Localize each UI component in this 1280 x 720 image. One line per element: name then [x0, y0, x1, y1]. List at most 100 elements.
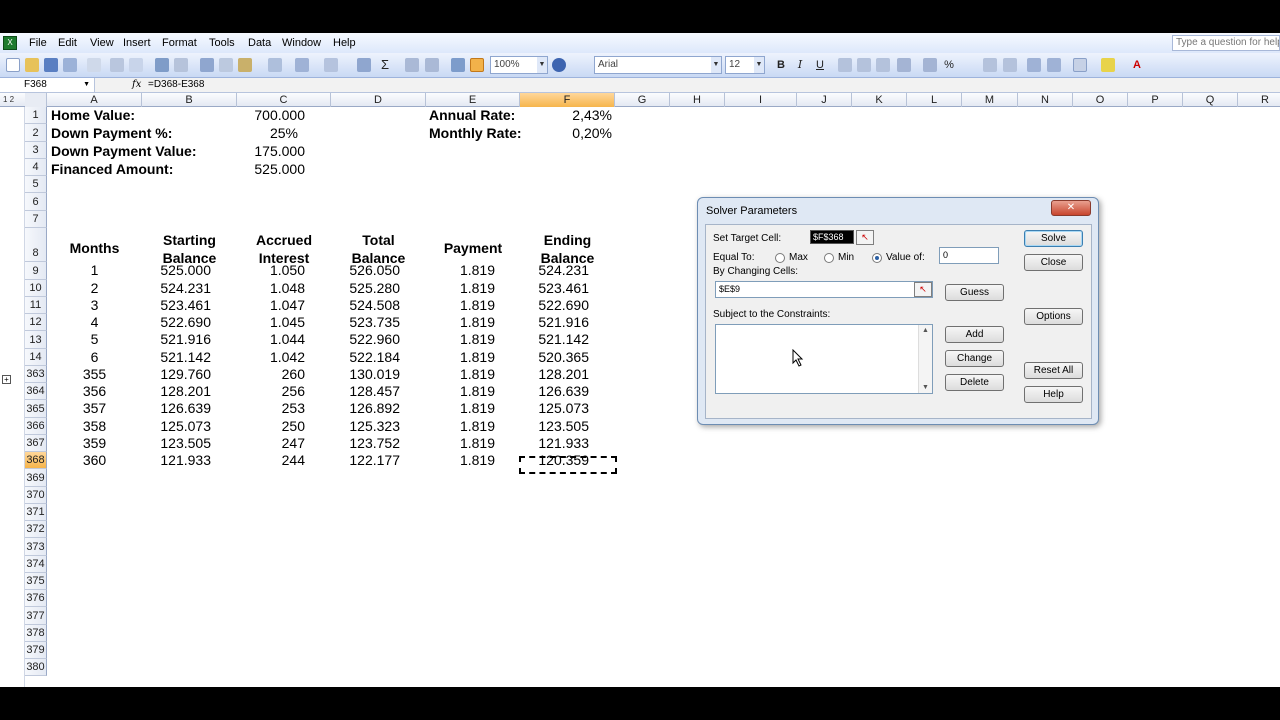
- hyperlink-icon[interactable]: [357, 58, 371, 72]
- col-header-g[interactable]: G: [615, 93, 670, 107]
- accrued-interest-cell[interactable]: 260: [237, 366, 305, 383]
- ending-balance-cell[interactable]: 123.505: [520, 418, 589, 435]
- total-balance-cell[interactable]: 522.184: [331, 349, 400, 366]
- align-left-icon[interactable]: [838, 58, 852, 72]
- value-of-label[interactable]: Value of:: [886, 252, 925, 263]
- total-balance-cell[interactable]: 523.735: [331, 314, 400, 331]
- email-icon[interactable]: [87, 58, 101, 72]
- drawing-icon[interactable]: [470, 58, 484, 72]
- starting-balance-cell[interactable]: 521.142: [142, 349, 211, 366]
- row-header[interactable]: 367: [25, 435, 47, 452]
- payment-cell[interactable]: 1.819: [426, 331, 495, 348]
- accrued-interest-cell[interactable]: 1.048: [237, 280, 305, 297]
- payment-cell[interactable]: 1.819: [426, 314, 495, 331]
- accrued-interest-cell[interactable]: 1.045: [237, 314, 305, 331]
- row-header[interactable]: 369: [25, 469, 47, 487]
- sort-ascending-icon[interactable]: [405, 58, 419, 72]
- col-header-i[interactable]: I: [725, 93, 797, 107]
- ending-balance-cell[interactable]: 121.933: [520, 435, 589, 452]
- merge-center-icon[interactable]: [897, 58, 911, 72]
- ending-balance-cell[interactable]: 125.073: [520, 400, 589, 417]
- starting-balance-cell[interactable]: 524.231: [142, 280, 211, 297]
- months-cell[interactable]: 1: [47, 262, 142, 279]
- payment-cell[interactable]: 1.819: [426, 400, 495, 417]
- accrued-interest-cell[interactable]: 247: [237, 435, 305, 452]
- payment-cell[interactable]: 1.819: [426, 349, 495, 366]
- starting-balance-cell[interactable]: 129.760: [142, 366, 211, 383]
- starting-balance-cell[interactable]: 525.000: [142, 262, 211, 279]
- ending-balance-cell[interactable]: 126.639: [520, 383, 589, 400]
- months-cell[interactable]: 3: [47, 297, 142, 314]
- payment-cell[interactable]: 1.819: [426, 383, 495, 400]
- row-header[interactable]: 14: [25, 349, 47, 366]
- row-header[interactable]: 378: [25, 625, 47, 642]
- autosum-icon[interactable]: Σ: [378, 58, 392, 72]
- menu-tools[interactable]: Tools: [209, 37, 235, 49]
- menu-edit[interactable]: Edit: [58, 37, 77, 49]
- col-header-k[interactable]: K: [852, 93, 907, 107]
- accrued-interest-cell[interactable]: 244: [237, 452, 305, 469]
- row-header[interactable]: 363: [25, 366, 47, 383]
- monthly-rate[interactable]: 0,20%: [520, 125, 612, 142]
- font-select[interactable]: Arial ▼: [594, 56, 722, 74]
- delete-button[interactable]: Delete: [945, 374, 1004, 391]
- row-header[interactable]: 11: [25, 297, 47, 314]
- starting-balance-cell[interactable]: 523.461: [142, 297, 211, 314]
- down-payment-value[interactable]: 175.000: [237, 143, 305, 160]
- starting-balance-cell[interactable]: 128.201: [142, 383, 211, 400]
- paste-icon[interactable]: [238, 58, 252, 72]
- currency-icon[interactable]: [923, 58, 937, 72]
- save-icon[interactable]: [44, 58, 58, 72]
- col-header-j[interactable]: J: [797, 93, 852, 107]
- help-button[interactable]: Help: [1024, 386, 1083, 403]
- collapse-dialog-icon[interactable]: ↖: [914, 282, 932, 297]
- row-header[interactable]: 364: [25, 383, 47, 400]
- min-label[interactable]: Min: [838, 252, 854, 263]
- underline-icon[interactable]: U: [813, 58, 827, 72]
- name-box[interactable]: F368 ▼: [0, 78, 95, 92]
- months-cell[interactable]: 357: [47, 400, 142, 417]
- total-balance-cell[interactable]: 123.752: [331, 435, 400, 452]
- scroll-up-icon[interactable]: ▲: [919, 327, 932, 334]
- col-header-o[interactable]: O: [1073, 93, 1128, 107]
- fill-color-icon[interactable]: [1101, 58, 1115, 72]
- col-header-e[interactable]: E: [426, 93, 520, 107]
- row-header[interactable]: 2: [25, 124, 47, 142]
- research-icon[interactable]: [174, 58, 188, 72]
- row-header[interactable]: 377: [25, 607, 47, 625]
- fx-icon[interactable]: fx: [132, 78, 141, 92]
- change-button[interactable]: Change: [945, 350, 1004, 367]
- row-header[interactable]: 370: [25, 487, 47, 504]
- starting-balance-cell[interactable]: 121.933: [142, 452, 211, 469]
- row-header[interactable]: 376: [25, 590, 47, 607]
- align-right-icon[interactable]: [876, 58, 890, 72]
- total-balance-cell[interactable]: 126.892: [331, 400, 400, 417]
- row-header[interactable]: 374: [25, 556, 47, 573]
- total-balance-cell[interactable]: 130.019: [331, 366, 400, 383]
- row-header[interactable]: 7: [25, 211, 47, 228]
- row-header[interactable]: 365: [25, 400, 47, 418]
- col-header-d[interactable]: D: [331, 93, 426, 107]
- align-center-icon[interactable]: [857, 58, 871, 72]
- redo-icon[interactable]: [324, 58, 338, 72]
- excel-app-icon[interactable]: X: [3, 36, 17, 50]
- menu-format[interactable]: Format: [162, 37, 197, 49]
- value-of-input[interactable]: 0: [939, 247, 999, 264]
- increase-indent-icon[interactable]: [1047, 58, 1061, 72]
- accrued-interest-cell[interactable]: 1.047: [237, 297, 305, 314]
- add-button[interactable]: Add: [945, 326, 1004, 343]
- borders-icon[interactable]: [1073, 58, 1087, 72]
- row-header[interactable]: 373: [25, 538, 47, 556]
- ending-balance-cell[interactable]: 521.142: [520, 331, 589, 348]
- radio-min[interactable]: [824, 253, 834, 263]
- accrued-interest-cell[interactable]: 1.042: [237, 349, 305, 366]
- decrease-indent-icon[interactable]: [1027, 58, 1041, 72]
- copy-icon[interactable]: [219, 58, 233, 72]
- accrued-interest-cell[interactable]: 256: [237, 383, 305, 400]
- menu-window[interactable]: Window: [282, 37, 321, 49]
- col-header-r[interactable]: R: [1238, 93, 1280, 107]
- months-cell[interactable]: 2: [47, 280, 142, 297]
- help-icon[interactable]: [552, 58, 566, 72]
- payment-cell[interactable]: 1.819: [426, 366, 495, 383]
- menu-insert[interactable]: Insert: [123, 37, 151, 49]
